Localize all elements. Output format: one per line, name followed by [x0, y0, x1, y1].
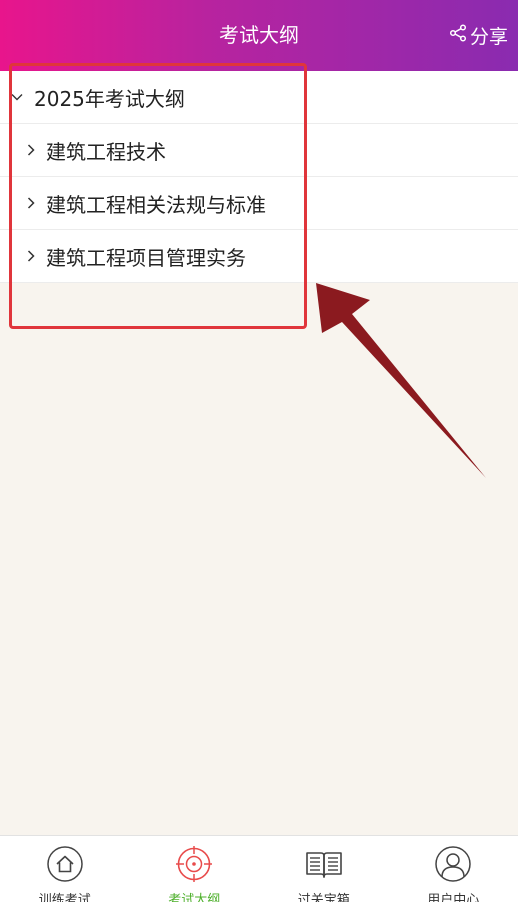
chevron-right-icon	[24, 192, 46, 214]
tree-item-label: 建筑工程技术	[46, 139, 166, 164]
bottom-tab-bar: 训练考试 考试大纲 过关宝箱 用户中心	[0, 835, 518, 902]
tree-root-label: 2025年考试大纲	[34, 86, 185, 111]
target-icon	[175, 845, 213, 887]
tab-label: 训练考试	[38, 893, 91, 902]
chevron-right-icon	[24, 245, 46, 267]
tab-label: 过关宝箱	[297, 893, 350, 902]
book-icon	[305, 845, 343, 887]
tab-label: 用户中心	[427, 893, 480, 902]
tree-root-item[interactable]: 2025年考试大纲	[0, 71, 518, 124]
tab-pass-treasure-box[interactable]: 过关宝箱	[259, 836, 389, 902]
page-title: 考试大纲	[219, 23, 299, 47]
tab-training-exam[interactable]: 训练考试	[0, 836, 130, 902]
tab-label: 考试大纲	[168, 893, 221, 902]
tree-item-label: 建筑工程项目管理实务	[46, 245, 246, 270]
share-button[interactable]: 分享	[449, 0, 508, 71]
user-icon	[434, 845, 472, 887]
tab-user-center[interactable]: 用户中心	[389, 836, 518, 902]
tree-item-construction-technology[interactable]: 建筑工程技术	[0, 124, 518, 177]
home-icon	[46, 845, 84, 887]
share-icon	[449, 24, 467, 47]
tree-item-label: 建筑工程相关法规与标准	[46, 192, 266, 217]
tab-exam-syllabus[interactable]: 考试大纲	[130, 836, 260, 902]
share-label: 分享	[469, 26, 508, 48]
tree-item-project-management[interactable]: 建筑工程项目管理实务	[0, 230, 518, 283]
top-header: 考试大纲 分享	[0, 0, 518, 71]
chevron-right-icon	[24, 139, 46, 161]
chevron-down-icon	[10, 86, 34, 108]
syllabus-tree: 2025年考试大纲 建筑工程技术 建筑工程相关法规与标准 建筑工程项目管理实务	[0, 71, 518, 283]
tree-item-regulations-standards[interactable]: 建筑工程相关法规与标准	[0, 177, 518, 230]
